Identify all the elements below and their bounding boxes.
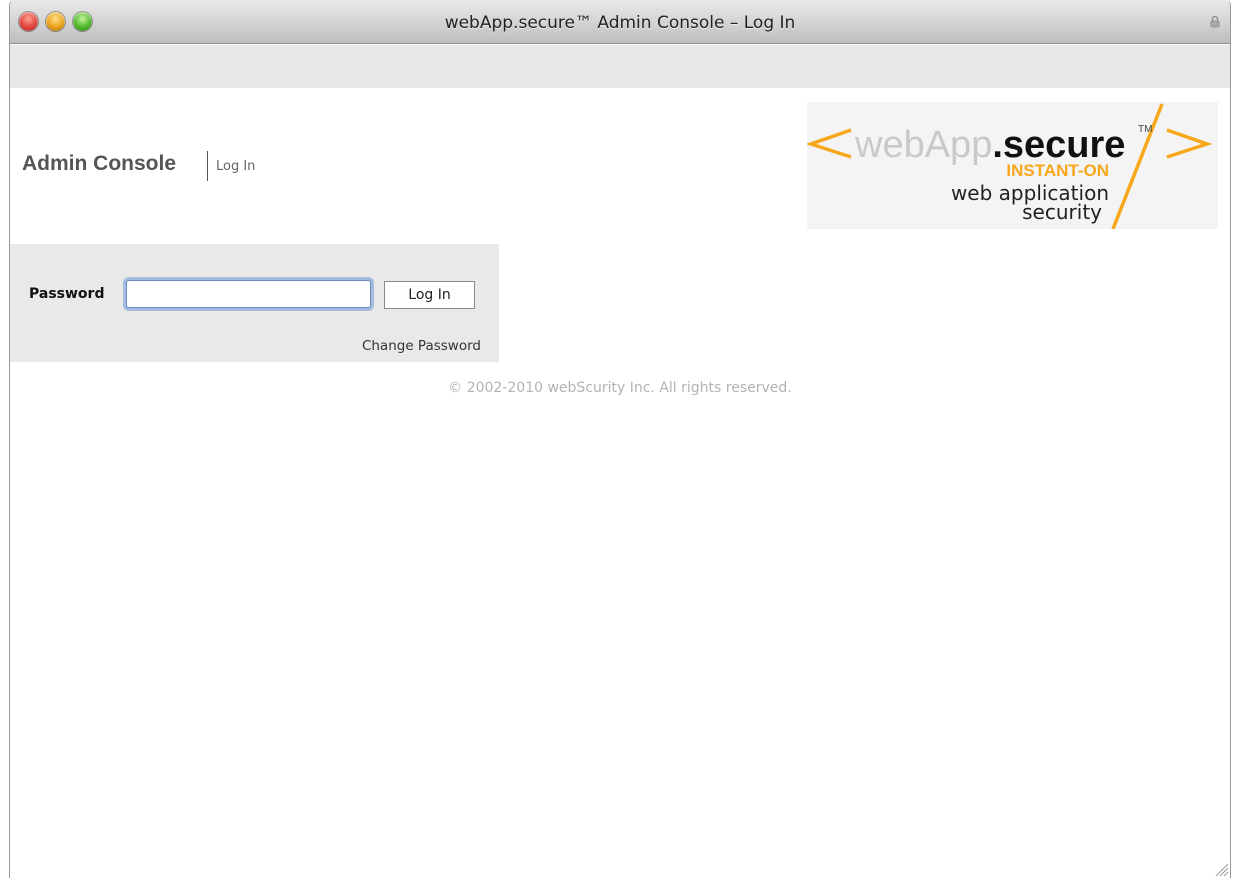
- window-title: webApp.secure™ Admin Console – Log In: [444, 13, 796, 33]
- svg-text:webApp.secure: webApp.secure: [854, 124, 1125, 166]
- change-password-link[interactable]: Change Password: [362, 338, 481, 354]
- login-button[interactable]: Log In: [384, 281, 475, 309]
- logo-text-bold: .secure: [992, 124, 1125, 166]
- logo-text-light: webApp: [854, 124, 992, 166]
- toolbar: [10, 45, 1230, 88]
- login-panel: Password Log In Change Password: [10, 244, 499, 362]
- password-input[interactable]: [126, 280, 371, 308]
- copyright-footer: © 2002-2010 webScurity Inc. All rights r…: [448, 380, 792, 396]
- title-divider: [207, 151, 208, 181]
- logo-left-bracket: [807, 128, 852, 159]
- lock-icon: [1210, 15, 1220, 28]
- page-title: Admin Console: [22, 152, 177, 175]
- logo-line2: security: [1022, 200, 1102, 224]
- title-bar[interactable]: webApp.secure™ Admin Console – Log In: [10, 0, 1230, 44]
- password-label: Password: [29, 286, 105, 302]
- resize-grip-icon[interactable]: [1213, 861, 1229, 877]
- logo-trademark: TM: [1138, 124, 1152, 135]
- browser-window: webApp.secure™ Admin Console – Log In Ad…: [9, 0, 1231, 878]
- logo-tagline: INSTANT-ON: [1006, 161, 1109, 180]
- webapp-secure-logo: webApp.secure TM INSTANT-ON web applicat…: [807, 102, 1218, 229]
- page-subtitle: Log In: [216, 159, 256, 174]
- logo-right-bracket: [1166, 128, 1213, 159]
- logo-slash: [1111, 103, 1164, 229]
